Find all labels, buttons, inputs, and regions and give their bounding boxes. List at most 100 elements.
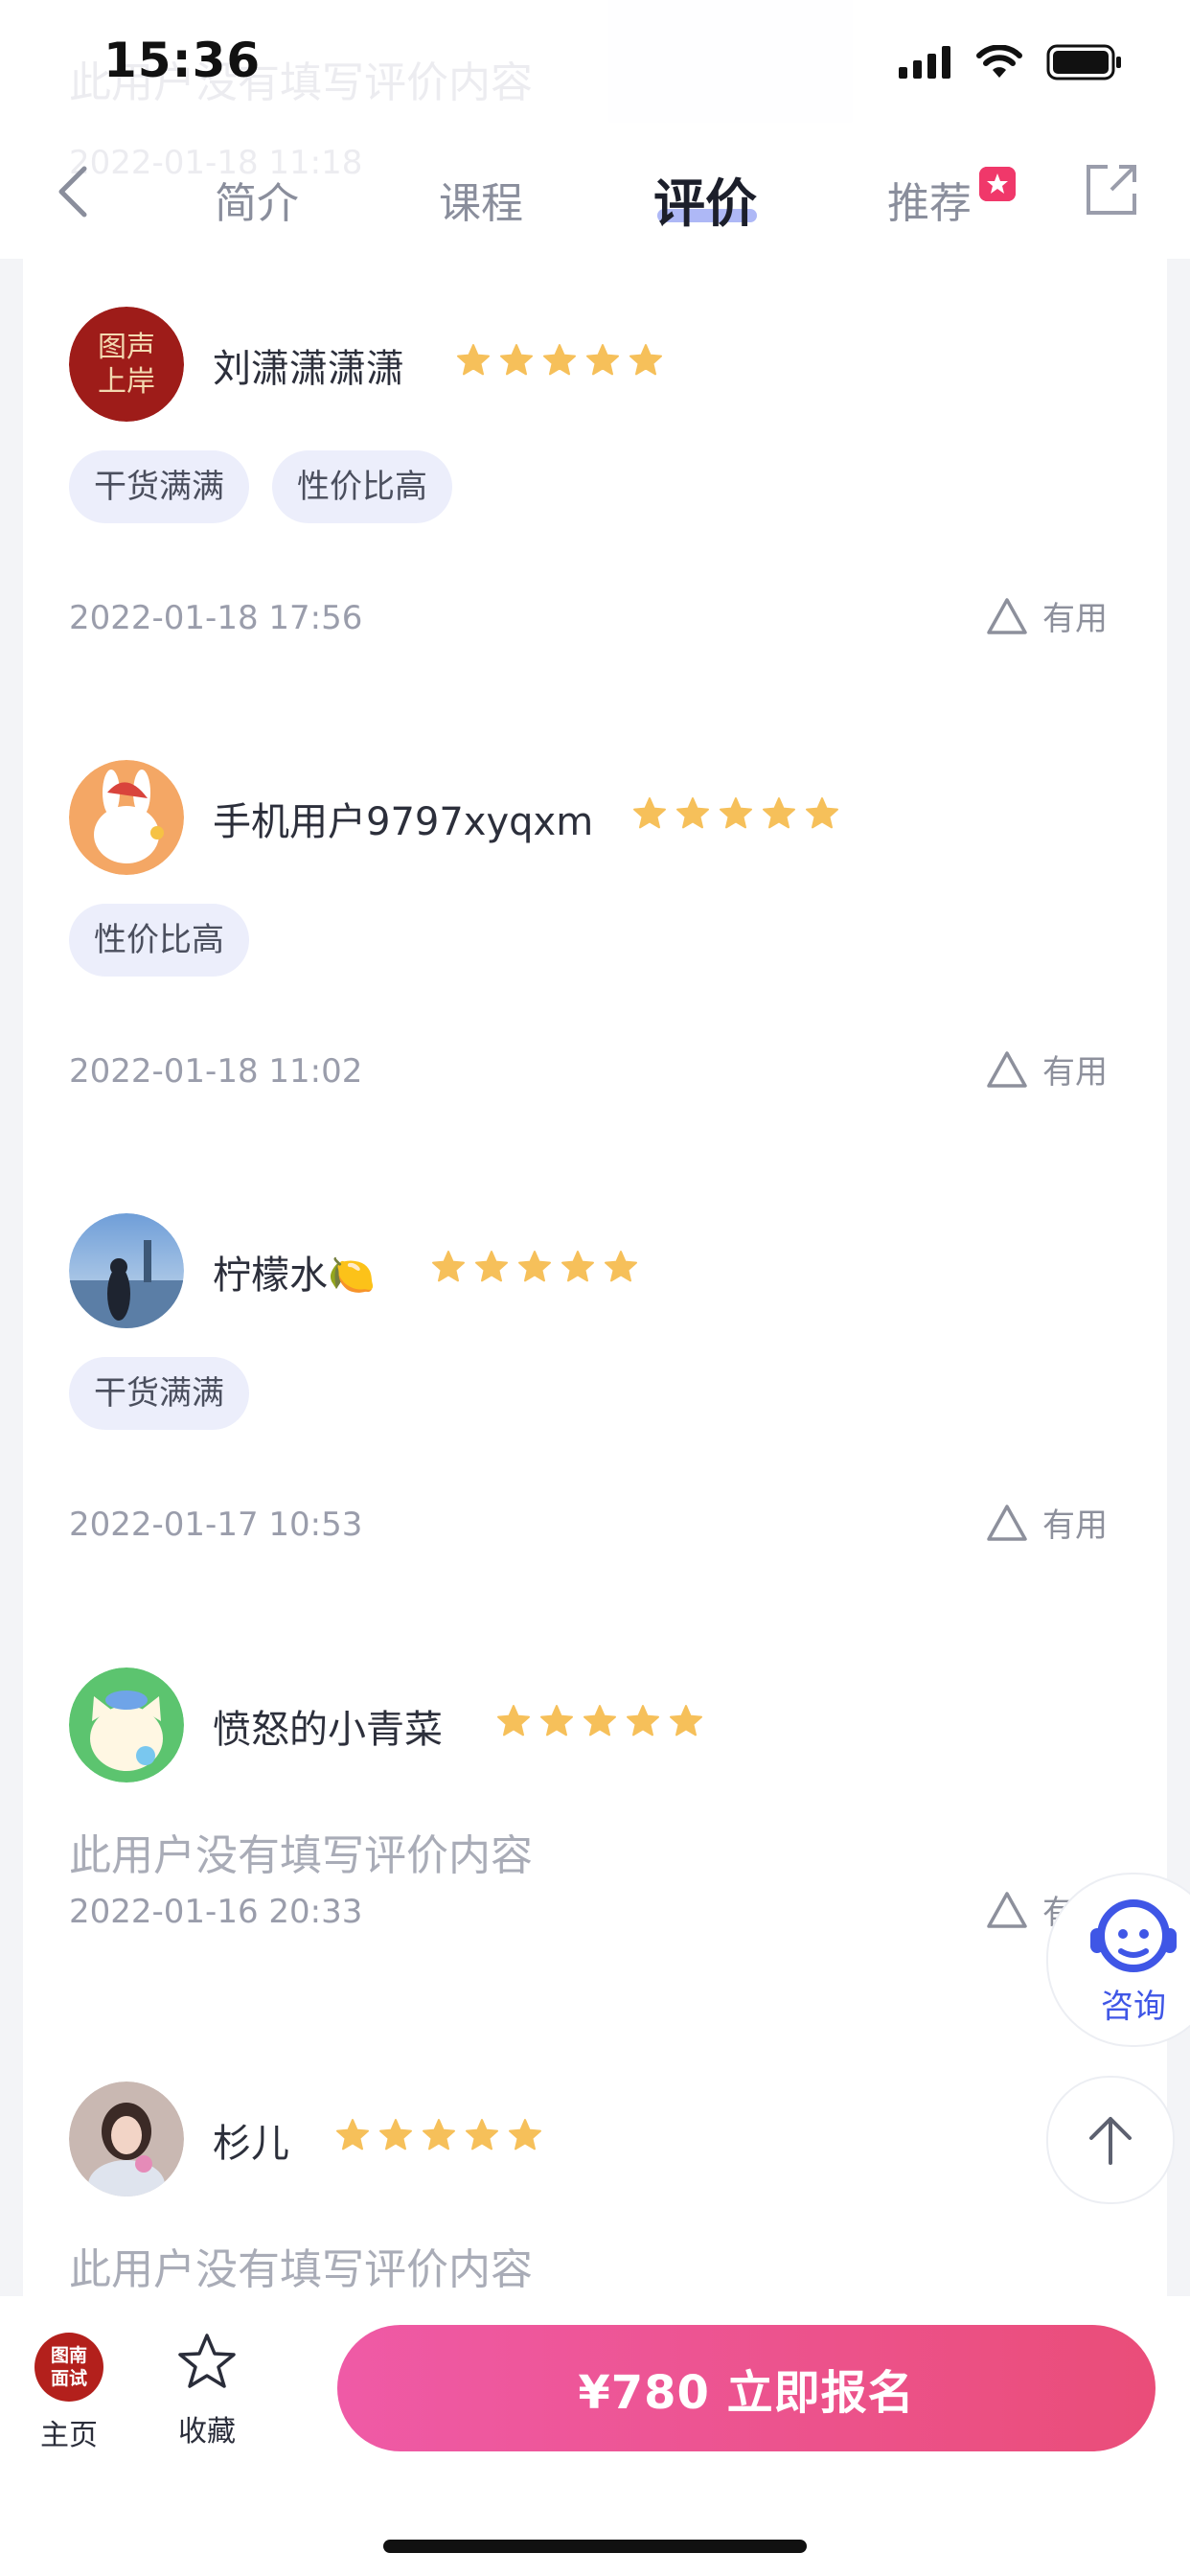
top-bar: 此用户没有填写评价内容 2022-01-18 11:18 15:36 简介 课程… (0, 0, 1190, 259)
star-icon (806, 797, 838, 829)
rating-stars (632, 796, 839, 831)
review-content: 此用户没有填写评价内容 (69, 2245, 533, 2294)
star-icon (497, 1705, 530, 1736)
logo-line-2: 面试 (50, 2368, 87, 2389)
triangle-icon (987, 597, 1027, 634)
photo-avatar-icon (69, 1213, 184, 1328)
useful-button[interactable]: 有用 (985, 1046, 1108, 1092)
logo-line-1: 图南 (50, 2345, 87, 2366)
tab-intro[interactable]: 简介 (215, 169, 299, 230)
review-date: 2022-01-18 17:56 (69, 599, 363, 637)
tab-recommend[interactable]: 推荐 (887, 169, 972, 230)
useful-label: 有用 (1042, 1053, 1108, 1092)
useful-button[interactable]: 有用 (985, 592, 1108, 639)
rating-stars (431, 1250, 638, 1284)
logo-avatar-icon: 图声 上岸 (69, 307, 184, 422)
back-to-top-button[interactable] (1046, 2076, 1175, 2204)
star-icon (584, 1705, 616, 1736)
tag-list: 性价比高 (69, 904, 249, 977)
review-date: 2022-01-17 10:53 (69, 1506, 363, 1544)
favorite-label: 收藏 (178, 2415, 236, 2449)
wifi-icon (976, 45, 1022, 78)
home-indicator (383, 2540, 807, 2553)
review-date: 2022-01-18 11:02 (69, 1052, 363, 1091)
star-icon (432, 1251, 465, 1282)
avatar (69, 1213, 184, 1328)
back-arrow-icon[interactable] (48, 161, 105, 222)
star-icon (627, 1705, 659, 1736)
star-icon (720, 797, 752, 829)
home-label: 主页 (40, 2419, 98, 2452)
rating-stars (456, 343, 663, 378)
star-outline-icon (178, 2334, 236, 2388)
username: 杉儿 (213, 2122, 289, 2166)
star-icon (457, 344, 490, 376)
avatar (69, 2082, 184, 2196)
avatar (69, 760, 184, 875)
star-icon (763, 797, 795, 829)
username: 柠檬水🍋 (213, 1254, 376, 1298)
username: 手机用户9797xyqxm (213, 800, 594, 844)
avatar (69, 1668, 184, 1782)
tag: 性价比高 (69, 904, 249, 977)
share-icon[interactable] (1083, 161, 1140, 218)
star-icon (561, 1251, 594, 1282)
star-icon (509, 2119, 541, 2150)
triangle-icon (987, 1891, 1027, 1928)
star-icon (543, 344, 576, 376)
useful-button[interactable]: 有用 (985, 1499, 1108, 1546)
bunny-avatar-icon (69, 760, 184, 875)
home-button[interactable]: 图南 面试 主页 (34, 2333, 103, 2453)
svg-text:图声: 图声 (98, 331, 155, 364)
recommend-star-badge-icon (979, 167, 1016, 201)
username: 刘潇潇潇潇 (213, 347, 404, 391)
review-content: 此用户没有填写评价内容 (69, 1831, 533, 1880)
tab-reviews[interactable]: 评价 (653, 161, 757, 237)
star-icon (518, 1251, 551, 1282)
tab-course[interactable]: 课程 (439, 169, 523, 230)
svg-text:上岸: 上岸 (98, 365, 155, 399)
brand-logo: 图南 面试 (34, 2333, 103, 2402)
tab-nav: 简介 课程 评价 推荐 (0, 144, 1190, 249)
star-icon (633, 797, 666, 829)
username: 愤怒的小青菜 (213, 1708, 443, 1752)
bottom-bar: 图南 面试 主页 收藏 ¥780 立即报名 (0, 2296, 1190, 2576)
cat-avatar-icon (69, 1668, 184, 1782)
triangle-icon (987, 1504, 1027, 1541)
arrow-up-icon (1089, 2117, 1132, 2165)
rating-stars (496, 1704, 703, 1738)
star-icon (500, 344, 533, 376)
rating-stars (335, 2118, 542, 2152)
status-time: 15:36 (103, 33, 262, 88)
useful-label: 有用 (1042, 600, 1108, 638)
triangle-icon (987, 1050, 1027, 1088)
star-icon (629, 344, 662, 376)
star-icon (336, 2119, 369, 2150)
battery-icon (1046, 44, 1121, 80)
star-icon (676, 797, 709, 829)
enroll-button[interactable]: ¥780 立即报名 (337, 2325, 1156, 2451)
tag: 干货满满 (69, 450, 249, 523)
star-icon (670, 1705, 702, 1736)
customer-service-icon (1090, 1899, 1177, 1972)
star-icon (540, 1705, 573, 1736)
tag: 性价比高 (272, 450, 452, 523)
useful-label: 有用 (1042, 1506, 1108, 1545)
consult-label: 咨询 (1101, 1988, 1166, 2026)
status-icons (899, 44, 1123, 80)
star-icon (466, 2119, 498, 2150)
tag-list: 干货满满 (69, 1357, 249, 1430)
signal-icon (899, 46, 950, 79)
star-icon (586, 344, 619, 376)
star-icon (423, 2119, 455, 2150)
star-icon (605, 1251, 637, 1282)
girl-avatar-icon (69, 2082, 184, 2196)
tag-list: 干货满满 性价比高 (69, 450, 452, 523)
tag: 干货满满 (69, 1357, 249, 1430)
review-date: 2022-01-16 20:33 (69, 1893, 363, 1931)
avatar: 图声 上岸 (69, 307, 184, 422)
favorite-button[interactable]: 收藏 (171, 2331, 243, 2450)
star-icon (379, 2119, 412, 2150)
star-icon (475, 1251, 508, 1282)
review-list: 图声 上岸 刘潇潇潇潇 干货满满 性价比高 2022-01-18 17:56 有… (23, 259, 1167, 2296)
